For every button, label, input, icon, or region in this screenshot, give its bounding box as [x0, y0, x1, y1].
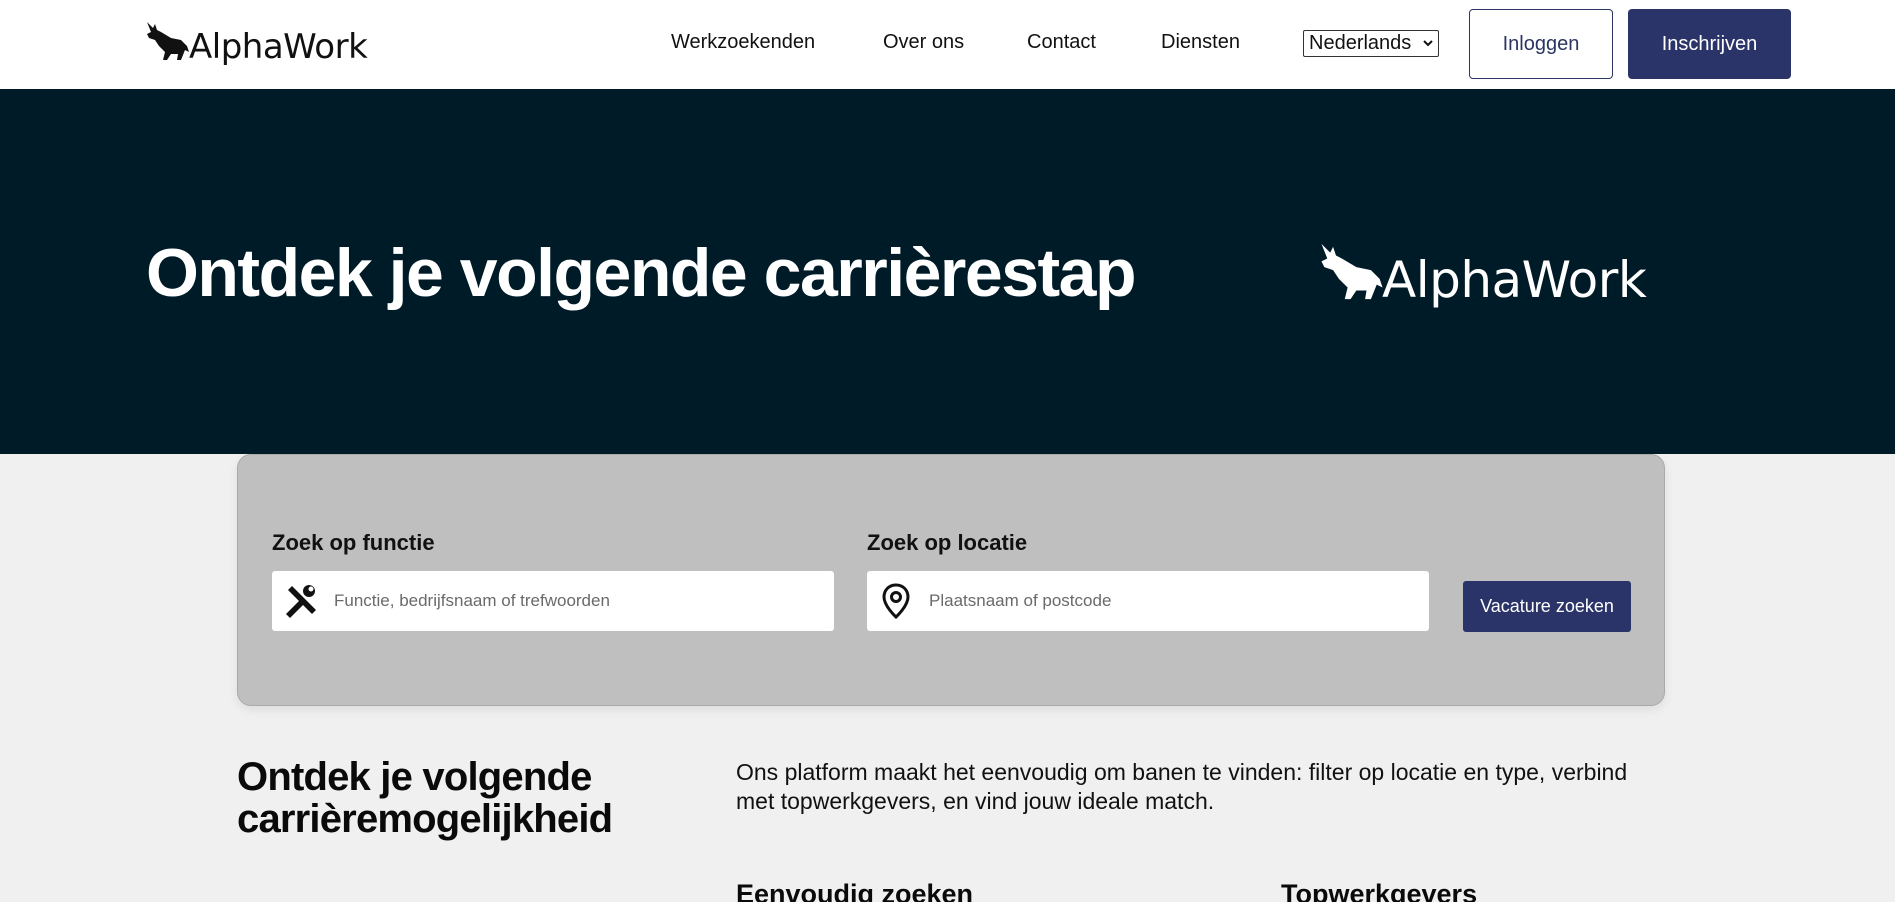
search-vacancies-button[interactable]: Vacature zoeken — [1463, 581, 1631, 632]
function-search-input[interactable] — [334, 591, 814, 611]
nav-over-ons[interactable]: Over ons — [883, 31, 964, 54]
chevron-down-icon — [1423, 40, 1433, 47]
function-search-field[interactable] — [272, 571, 834, 631]
login-button[interactable]: Inloggen — [1469, 9, 1613, 79]
location-search-input[interactable] — [929, 591, 1409, 611]
language-select[interactable]: Nederlands — [1303, 30, 1439, 57]
wolf-icon — [147, 22, 189, 60]
map-pin-icon — [882, 583, 910, 620]
intro-title: Ontdek je volgende carrièremogelijkheid — [237, 755, 613, 841]
brand-wordmark: AlphaWork — [189, 27, 368, 67]
intro-text: Ons platform maakt het eenvoudig om bane… — [736, 759, 1628, 815]
feature-heading-top-employers: Topwerkgevers — [1281, 879, 1478, 902]
language-select-value: Nederlands — [1309, 32, 1412, 54]
wolf-icon — [1321, 243, 1383, 300]
signup-button[interactable]: Inschrijven — [1628, 9, 1791, 79]
job-search-card: Zoek op functie Zoek op locatie Vacature… — [237, 454, 1665, 706]
location-search-label: Zoek op locatie — [867, 530, 1028, 555]
nav-contact[interactable]: Contact — [1027, 31, 1096, 54]
nav-werkzoekenden[interactable]: Werkzoekenden — [671, 31, 815, 54]
hero-brand-wordmark: AlphaWork — [1382, 251, 1647, 309]
feature-heading-easy-search: Eenvoudig zoeken — [736, 879, 974, 902]
location-search-field[interactable] — [867, 571, 1429, 631]
nav-diensten[interactable]: Diensten — [1161, 31, 1240, 54]
hero-title: Ontdek je volgende carrièrestap — [146, 235, 1137, 311]
tools-icon — [286, 585, 316, 618]
hero-brand-logo: AlphaWork — [1318, 241, 1647, 309]
brand-logo[interactable]: AlphaWork — [145, 18, 368, 67]
site-header: AlphaWork Werkzoekenden Over ons Contact… — [0, 0, 1895, 89]
hero-section: Ontdek je volgende carrièrestap AlphaWor… — [0, 89, 1895, 454]
function-search-label: Zoek op functie — [272, 530, 435, 555]
